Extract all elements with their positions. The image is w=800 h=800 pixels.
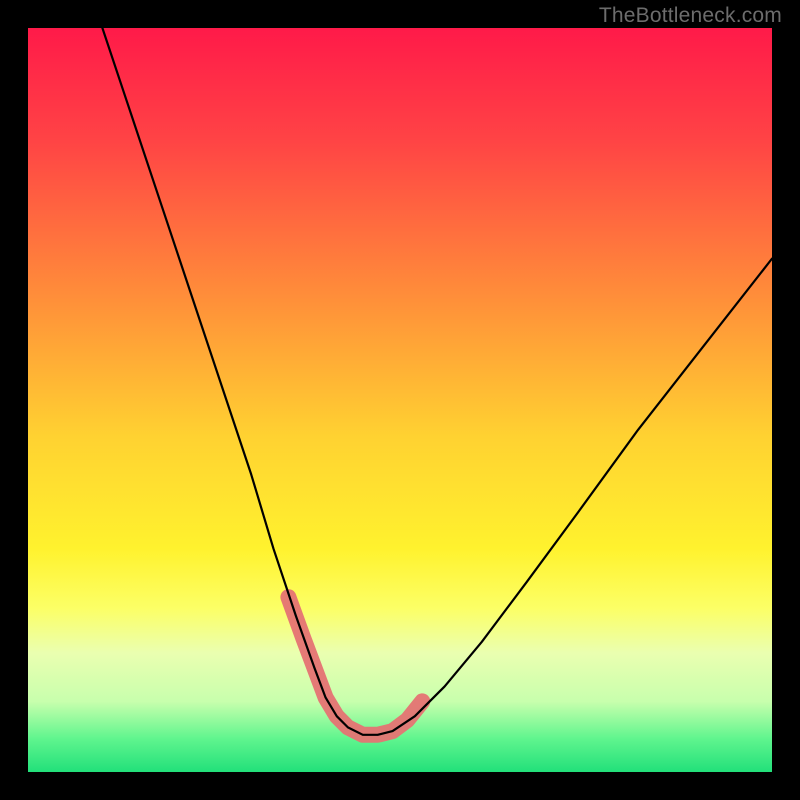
bottleneck-chart xyxy=(28,28,772,772)
watermark-text: TheBottleneck.com xyxy=(599,4,782,28)
chart-frame: TheBottleneck.com xyxy=(0,0,800,800)
